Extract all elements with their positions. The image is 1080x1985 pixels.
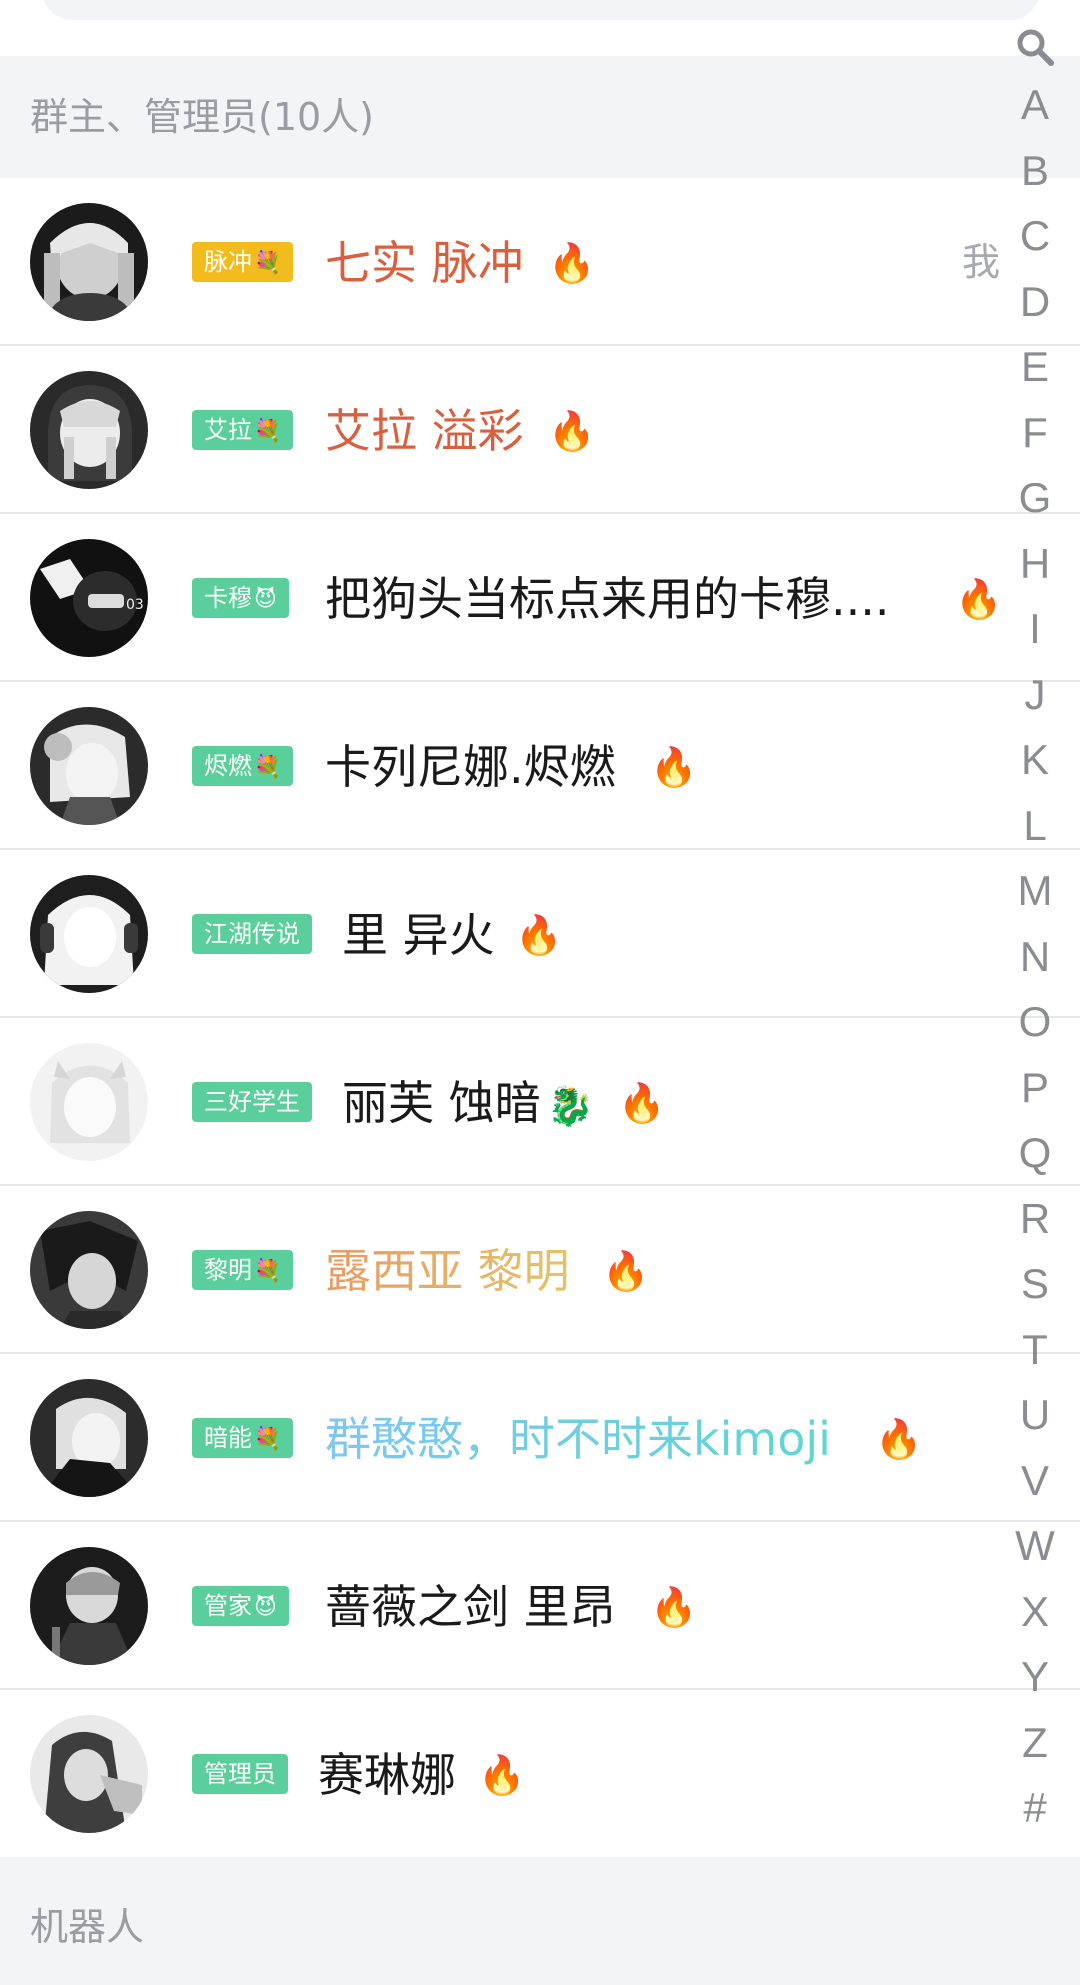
avatar[interactable] [30,1211,148,1329]
index-letter-d[interactable]: D [990,269,1080,335]
role-badge: 管理员 [192,1754,288,1794]
search-bar[interactable] [42,0,1040,20]
list-item[interactable]: 三好学生 丽芙 蚀暗 🐉 🔥 [0,1018,1080,1186]
fire-icon: 🔥 [548,241,596,285]
index-letter-f[interactable]: F [990,400,1080,466]
fire-icon: 🔥 [618,1081,666,1125]
top-strip [0,0,1080,56]
index-letter-o[interactable]: O [990,989,1080,1055]
section-header-admins: 群主、管理员(10人) [0,56,1080,178]
index-letter-h[interactable]: H [990,531,1080,597]
avatar[interactable] [30,1715,148,1833]
role-badge: 管家😈 [192,1586,289,1626]
index-letter-a[interactable]: A [990,72,1080,138]
member-name: 艾拉 溢彩 [325,404,524,458]
member-name: 露西亚 黎明 [325,1236,570,1306]
member-name: 丽芙 蚀暗 🐉 [342,1076,594,1130]
avatar[interactable]: 03 [30,539,148,657]
fire-icon: 🔥 [602,1249,650,1293]
index-letter-u[interactable]: U [990,1382,1080,1448]
index-letter-b[interactable]: B [990,138,1080,204]
list-item[interactable]: 江湖传说 里 异火 🔥 [0,850,1080,1018]
avatar[interactable] [30,875,148,993]
index-letter-q[interactable]: Q [990,1120,1080,1186]
list-item[interactable]: 暗能💐 群憨憨，时不时来kimoji 🔥 [0,1354,1080,1522]
index-letter-v[interactable]: V [990,1448,1080,1514]
role-badge: 暗能💐 [192,1418,294,1458]
avatar[interactable] [30,1547,148,1665]
index-letter-z[interactable]: Z [990,1710,1080,1776]
member-name: 里 异火 [342,908,495,962]
index-letter-list: A B C D E F G H I J K L M N O P Q R S T U V W X Y Z # [990,72,1080,1841]
list-item[interactable]: 03 卡穆😈 把狗头当标点来用的卡穆.... 🔥 [0,514,1080,682]
role-badge: 三好学生 [192,1082,312,1122]
index-letter-w[interactable]: W [990,1513,1080,1579]
index-letter-p[interactable]: P [990,1055,1080,1121]
index-letter-s[interactable]: S [990,1251,1080,1317]
list-item[interactable]: 管家😈 蔷薇之剑 里昂 🔥 [0,1522,1080,1690]
fire-icon: 🔥 [650,745,698,789]
list-item[interactable]: 管理员 赛琳娜 🔥 [0,1690,1080,1857]
index-letter-hash[interactable]: # [990,1775,1080,1841]
member-name: 赛琳娜 [318,1748,456,1802]
member-name: 群憨憨，时不时来kimoji [325,1404,831,1474]
index-letter-g[interactable]: G [990,465,1080,531]
fire-icon: 🔥 [548,409,596,453]
list-item[interactable]: 黎明💐 露西亚 黎明 🔥 [0,1186,1080,1354]
member-list: 脉冲💐 七实 脉冲 🔥 我 艾拉💐 艾拉 溢彩 🔥 03 卡穆😈 把狗头当标点来… [0,178,1080,1857]
avatar[interactable] [30,1043,148,1161]
role-badge: 烬燃💐 [192,746,294,786]
role-badge: 卡穆😈 [192,578,289,618]
member-name: 七实 脉冲 [325,236,524,290]
dragon-icon: 🐉 [546,1084,594,1128]
index-letter-m[interactable]: M [990,858,1080,924]
fire-icon: 🔥 [650,1585,698,1629]
search-icon[interactable] [990,22,1080,72]
role-badge: 艾拉💐 [192,410,294,450]
index-letter-y[interactable]: Y [990,1644,1080,1710]
alphabet-index-bar[interactable]: A B C D E F G H I J K L M N O P Q R S T U V W X Y Z # [990,22,1080,1841]
member-name: 把狗头当标点来用的卡穆.... [325,572,890,626]
index-letter-c[interactable]: C [990,203,1080,269]
list-item[interactable]: 艾拉💐 艾拉 溢彩 🔥 [0,346,1080,514]
index-letter-j[interactable]: J [990,662,1080,728]
list-item[interactable]: 烬燃💐 卡列尼娜.烬燃 🔥 [0,682,1080,850]
svg-text:03: 03 [126,597,144,613]
index-letter-n[interactable]: N [990,924,1080,990]
avatar[interactable] [30,1379,148,1497]
avatar[interactable] [30,707,148,825]
avatar[interactable] [30,371,148,489]
index-letter-k[interactable]: K [990,727,1080,793]
role-badge: 江湖传说 [192,914,312,954]
fire-icon: 🔥 [875,1417,923,1461]
index-letter-l[interactable]: L [990,793,1080,859]
fire-icon: 🔥 [515,913,563,957]
index-letter-i[interactable]: I [990,596,1080,662]
index-letter-t[interactable]: T [990,1317,1080,1383]
member-name: 卡列尼娜.烬燃 [325,740,616,794]
index-letter-r[interactable]: R [990,1186,1080,1252]
role-badge: 脉冲💐 [192,242,294,282]
role-badge: 黎明💐 [192,1250,294,1290]
fire-icon: 🔥 [478,1753,526,1797]
section-header-bots: 机器人 [0,1869,1080,1985]
list-item[interactable]: 脉冲💐 七实 脉冲 🔥 我 [0,178,1080,346]
index-letter-x[interactable]: X [990,1579,1080,1645]
member-name: 蔷薇之剑 里昂 [325,1580,616,1634]
index-letter-e[interactable]: E [990,334,1080,400]
avatar[interactable] [30,203,148,321]
